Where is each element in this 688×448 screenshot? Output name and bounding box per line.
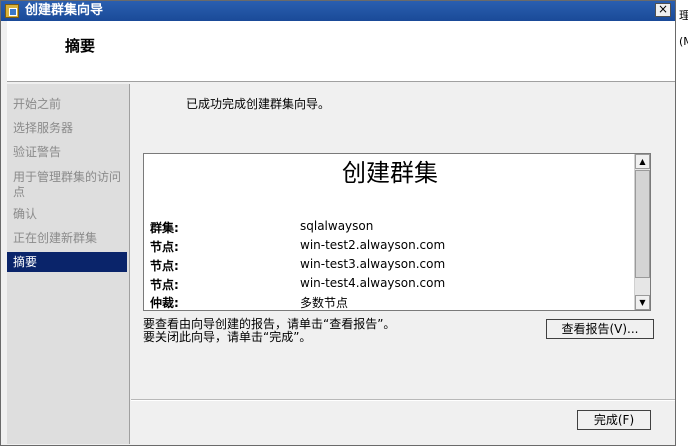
footer-divider xyxy=(131,399,675,401)
row-label: 节点: xyxy=(150,259,179,273)
background-text: (M xyxy=(679,35,688,48)
row-value: win-test3.alwayson.com xyxy=(300,257,446,271)
step-summary: 摘要 xyxy=(7,252,127,272)
scroll-up-icon[interactable]: ▲ xyxy=(635,154,650,169)
view-report-button[interactable]: 查看报告(V)... xyxy=(546,319,654,339)
vertical-scrollbar[interactable]: ▲ ▼ xyxy=(634,154,650,310)
report-row: 节点: win-test2.alwayson.com xyxy=(150,238,634,257)
scroll-thumb[interactable] xyxy=(635,170,650,278)
title-bar[interactable]: 创建群集向导 × xyxy=(1,1,675,21)
report-row: 仲裁: 多数节点 xyxy=(150,294,634,310)
row-label: 节点: xyxy=(150,240,179,254)
background-window: 理 (M xyxy=(677,0,688,448)
row-label: 群集: xyxy=(150,221,179,235)
step-confirmation: 确认 xyxy=(13,207,38,221)
steps-sidebar: 开始之前 选择服务器 验证警告 用于管理群集的访问点 确认 正在创建新群集 摘要 xyxy=(7,84,130,444)
step-select-servers: 选择服务器 xyxy=(13,121,74,135)
success-message: 已成功完成创建群集向导。 xyxy=(186,97,331,111)
background-text: 理 xyxy=(679,9,688,22)
row-label: 节点: xyxy=(150,278,179,292)
step-validation-warning: 验证警告 xyxy=(13,145,62,159)
row-label: 仲裁: xyxy=(150,296,179,310)
step-before-you-begin: 开始之前 xyxy=(13,97,62,111)
report-row: 节点: win-test3.alwayson.com xyxy=(150,257,634,276)
page-title: 摘要 xyxy=(65,37,96,55)
instructions: 要查看由向导创建的报告，请单击“查看报告”。 要关闭此向导，请单击“完成”。 xyxy=(143,318,395,344)
scroll-down-icon[interactable]: ▼ xyxy=(635,295,650,310)
step-access-point: 用于管理群集的访问点 xyxy=(13,170,122,199)
report-panel[interactable]: 创建群集 群集: sqlalwayson 节点: win-test2.alway… xyxy=(143,153,651,311)
wizard-header: 摘要 xyxy=(7,21,675,82)
close-button[interactable]: × xyxy=(655,3,671,17)
wizard-icon xyxy=(5,4,19,18)
window-title: 创建群集向导 xyxy=(25,3,104,18)
report-title: 创建群集 xyxy=(342,159,438,187)
row-value: 多数节点 xyxy=(300,296,349,310)
wizard-window: 创建群集向导 × 摘要 开始之前 选择服务器 验证警告 用于管理群集的访问点 确… xyxy=(0,0,676,446)
report-row: 群集: sqlalwayson xyxy=(150,219,634,238)
hint-close-wizard: 要关闭此向导，请单击“完成”。 xyxy=(143,330,312,344)
step-creating-cluster: 正在创建新群集 xyxy=(13,231,98,245)
row-value: sqlalwayson xyxy=(300,219,374,233)
row-value: win-test2.alwayson.com xyxy=(300,238,446,252)
row-value: win-test4.alwayson.com xyxy=(300,276,446,290)
report-row: 节点: win-test4.alwayson.com xyxy=(150,276,634,295)
finish-button[interactable]: 完成(F) xyxy=(577,410,651,430)
